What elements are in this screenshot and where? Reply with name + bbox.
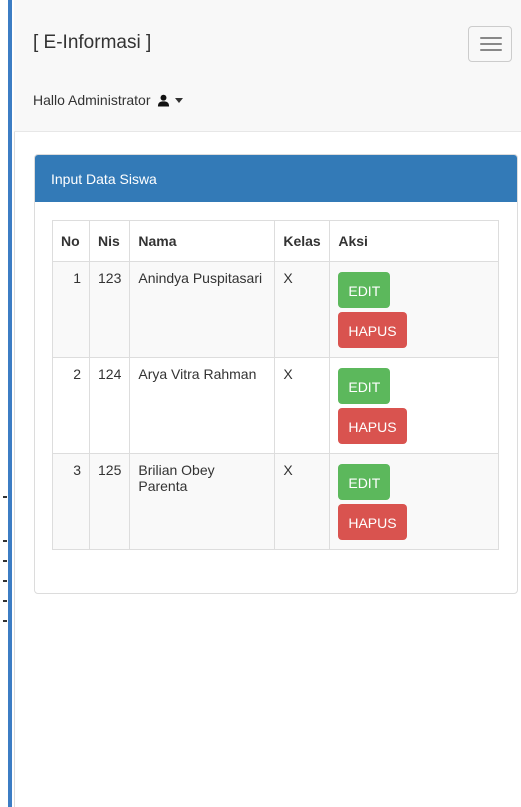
edge-mark bbox=[3, 496, 7, 498]
edge-mark bbox=[3, 620, 7, 622]
hamburger-menu-icon[interactable] bbox=[468, 26, 512, 62]
brand-title[interactable]: [ E-Informasi ] bbox=[33, 32, 151, 54]
edge-mark bbox=[3, 540, 7, 542]
header-no: No bbox=[52, 220, 90, 262]
cell-kelas: X bbox=[274, 261, 331, 358]
cell-kelas: X bbox=[274, 453, 331, 550]
cell-no: 1 bbox=[52, 261, 90, 358]
window-edge-strip bbox=[8, 0, 12, 807]
hapus-button[interactable]: HAPUS bbox=[338, 504, 407, 540]
edit-button[interactable]: EDIT bbox=[338, 272, 391, 308]
cell-aksi: EDIT HAPUS bbox=[329, 357, 499, 454]
header-kelas: Kelas bbox=[274, 220, 331, 262]
header-nama: Nama bbox=[129, 220, 276, 262]
user-icon bbox=[157, 94, 169, 107]
cell-nis: 123 bbox=[88, 261, 131, 358]
table-row: 1 123 Anindya Puspitasari X EDIT HAPUS bbox=[52, 261, 499, 358]
edit-button[interactable]: EDIT bbox=[338, 368, 391, 404]
siswa-table: No Nis Nama Kelas Aksi 1 123 Anindya Pus… bbox=[52, 220, 499, 550]
edge-mark bbox=[3, 580, 7, 582]
table-row: 2 124 Arya Vitra Rahman X EDIT HAPUS bbox=[52, 357, 499, 454]
table-header-row: No Nis Nama Kelas Aksi bbox=[52, 220, 499, 262]
panel-heading: Input Data Siswa bbox=[35, 155, 517, 202]
cell-nis: 124 bbox=[88, 357, 131, 454]
navbar: [ E-Informasi ] Hallo Administrator bbox=[14, 0, 521, 132]
table-row: 3 125 Brilian Obey Parenta X EDIT HAPUS bbox=[52, 453, 499, 550]
cell-nama: Arya Vitra Rahman bbox=[129, 357, 276, 454]
edit-button[interactable]: EDIT bbox=[338, 464, 391, 500]
window-left-edge bbox=[0, 0, 15, 807]
header-aksi: Aksi bbox=[329, 220, 499, 262]
user-greeting: Hallo Administrator bbox=[33, 92, 151, 108]
hapus-button[interactable]: HAPUS bbox=[338, 408, 407, 444]
cell-nama: Anindya Puspitasari bbox=[129, 261, 276, 358]
user-dropdown[interactable]: Hallo Administrator bbox=[33, 92, 183, 108]
caret-down-icon bbox=[174, 97, 183, 103]
cell-nama: Brilian Obey Parenta bbox=[129, 453, 276, 550]
cell-aksi: EDIT HAPUS bbox=[329, 453, 499, 550]
hapus-button[interactable]: HAPUS bbox=[338, 312, 407, 348]
cell-nis: 125 bbox=[88, 453, 131, 550]
cell-no: 3 bbox=[52, 453, 90, 550]
cell-no: 2 bbox=[52, 357, 90, 454]
edge-mark bbox=[3, 560, 7, 562]
edge-mark bbox=[3, 600, 7, 602]
input-data-siswa-panel: Input Data Siswa No Nis Nama Kelas Aksi … bbox=[34, 154, 518, 594]
header-nis: Nis bbox=[88, 220, 131, 262]
cell-kelas: X bbox=[274, 357, 331, 454]
cell-aksi: EDIT HAPUS bbox=[329, 261, 499, 358]
